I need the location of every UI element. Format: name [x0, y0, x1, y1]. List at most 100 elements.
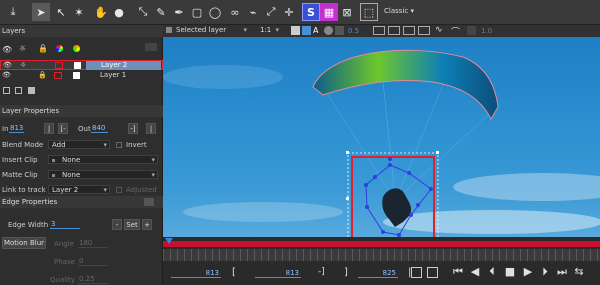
layer-row-1[interactable]: 👁 🔒 Layer 1 — [0, 71, 163, 81]
blend-mode-select[interactable]: Add — [48, 140, 110, 149]
invert-checkbox[interactable] — [116, 142, 122, 148]
pen-icon[interactable]: ✒ — [170, 3, 188, 21]
motion-blur-button[interactable]: Motion Blur — [2, 237, 46, 249]
sun-icon[interactable]: ☼ — [20, 61, 26, 69]
current-frame-field[interactable]: 813 — [171, 269, 221, 278]
mask-icon[interactable]: ⊠ — [338, 3, 356, 21]
link-track-select[interactable]: Layer 2 — [48, 185, 110, 194]
playhead-icon[interactable] — [165, 238, 173, 244]
edge-width-plus-button[interactable]: + — [142, 219, 152, 230]
overlay-icon[interactable] — [324, 26, 333, 35]
timeline-ruler[interactable] — [163, 249, 600, 261]
s-icon[interactable]: S — [302, 3, 320, 21]
stop-icon[interactable]: ■ — [503, 265, 517, 279]
viewer-canvas[interactable] — [163, 37, 600, 237]
set-in-button[interactable]: | — [44, 123, 54, 134]
insert-clip-select[interactable]: None — [48, 155, 158, 164]
out-field[interactable]: 840 — [91, 124, 108, 133]
magic-wand-icon[interactable]: ✶ — [70, 3, 88, 21]
channels-icon[interactable]: A — [313, 26, 322, 35]
film-strip-icon[interactable] — [411, 267, 422, 278]
go-start-icon[interactable]: ⏮ — [451, 265, 465, 279]
layer-properties-header: Layer Properties — [0, 105, 163, 117]
hand-icon[interactable]: ✋ — [92, 3, 110, 21]
eye-header-icon: 👁 — [2, 45, 13, 54]
link-off-icon[interactable]: ⌁ — [244, 3, 262, 21]
clip-icon — [52, 174, 55, 177]
eye-icon[interactable]: 👁 — [2, 71, 11, 79]
move-icon[interactable]: ✛ — [280, 3, 298, 21]
step-forward-icon[interactable]: ⏵ — [538, 265, 552, 279]
view-split-icon[interactable] — [403, 26, 415, 35]
layer-row-2[interactable]: 👁 ☼ Layer 2 — [0, 60, 163, 70]
angle-field[interactable]: 180 — [78, 239, 108, 248]
layer-name[interactable]: Layer 2 — [86, 61, 161, 70]
feather-value[interactable]: 1.0 — [481, 27, 492, 35]
rectangle-icon[interactable]: ▢ — [188, 3, 206, 21]
fit-icon[interactable]: ⤢ — [262, 3, 280, 21]
timeline-track-bar[interactable] — [163, 241, 600, 247]
color-swatch-icon[interactable] — [54, 72, 62, 79]
brush-stroke-icon[interactable]: ∿ — [435, 25, 443, 35]
link-icon[interactable]: ∞ — [226, 3, 244, 21]
workspace-select[interactable]: Classic ▾ — [384, 7, 424, 18]
set-out-button[interactable]: | — [146, 123, 156, 134]
range-close-button[interactable]: ] — [344, 267, 348, 278]
opacity-value[interactable]: 0.5 — [348, 27, 359, 35]
matte-clip-select[interactable]: None — [48, 170, 158, 179]
view-frame-icon[interactable] — [373, 26, 385, 35]
prev-key-icon[interactable]: ◀ — [468, 265, 482, 279]
play-icon[interactable]: ▶ — [521, 265, 535, 279]
phase-field[interactable]: 0 — [78, 257, 108, 266]
cloud — [453, 173, 600, 201]
in-field[interactable]: 813 — [9, 124, 24, 133]
layer-name[interactable]: Layer 1 — [100, 71, 126, 79]
alpha-icon[interactable] — [302, 26, 311, 35]
ratio-select[interactable]: 1:1 — [257, 26, 281, 35]
export-icon[interactable]: ⤓ — [4, 3, 22, 21]
edge-width-set-button[interactable]: Set — [124, 219, 140, 230]
grid-icon[interactable]: ▦ — [320, 3, 338, 21]
new-layer-icon[interactable] — [3, 87, 10, 94]
panel-pin-icon[interactable] — [144, 198, 154, 206]
edge-width-field[interactable]: 3 — [50, 220, 80, 229]
view-wipe-icon[interactable] — [418, 26, 430, 35]
transform-icon[interactable]: ⤡ — [134, 3, 152, 21]
frame-icon[interactable]: ⬚ — [360, 3, 378, 21]
selected-layer-select[interactable]: Selected layer — [173, 26, 249, 35]
quality-label: Quality — [50, 276, 76, 284]
step-back-icon[interactable]: ⏴ — [485, 265, 499, 279]
zoom-icon[interactable]: ● — [110, 3, 128, 21]
white-swatch-icon[interactable] — [73, 72, 80, 79]
duplicate-layer-icon[interactable] — [15, 87, 22, 94]
view-compare-icon[interactable] — [388, 26, 400, 35]
film-strip-alt-icon[interactable] — [427, 267, 438, 278]
layers-menu-icon[interactable] — [145, 43, 157, 51]
range-start-field[interactable]: 813 — [255, 269, 301, 278]
clip-icon — [52, 159, 55, 162]
color-swatch-icon[interactable] — [55, 62, 63, 69]
in-mark-button[interactable]: [- — [58, 123, 68, 134]
scene-svg — [163, 49, 600, 237]
edge-width-minus-button[interactable]: - — [112, 219, 122, 230]
out-mark-button[interactable]: -] — [128, 123, 138, 134]
opacity-swatch-icon[interactable] — [467, 26, 476, 35]
quality-field[interactable]: 0.25 — [78, 275, 108, 284]
brush-icon[interactable]: ✎ — [152, 3, 170, 21]
loop-icon[interactable]: ⇆ — [572, 265, 586, 279]
adjusted-checkbox[interactable] — [116, 187, 122, 193]
lock-icon[interactable]: 🔒 — [38, 71, 47, 79]
ellipse-icon[interactable]: ◯ — [206, 3, 224, 21]
go-end-icon[interactable]: ⏭ — [555, 265, 569, 279]
viewer-mode-icon[interactable] — [291, 26, 300, 35]
white-swatch-icon[interactable] — [74, 62, 81, 69]
grid-toggle-icon[interactable] — [335, 26, 344, 35]
range-end-field[interactable]: 825 — [358, 269, 398, 278]
node-select-icon[interactable]: ↖ — [52, 3, 70, 21]
eye-icon[interactable]: 👁 — [3, 61, 12, 69]
range-open-button[interactable]: [ — [232, 267, 236, 278]
range-out-mark-button[interactable]: -] — [318, 267, 325, 277]
arrow-select-icon[interactable]: ➤ — [32, 3, 50, 21]
delete-layer-icon[interactable] — [28, 87, 35, 94]
edge-properties-title: Edge Properties — [2, 198, 58, 206]
